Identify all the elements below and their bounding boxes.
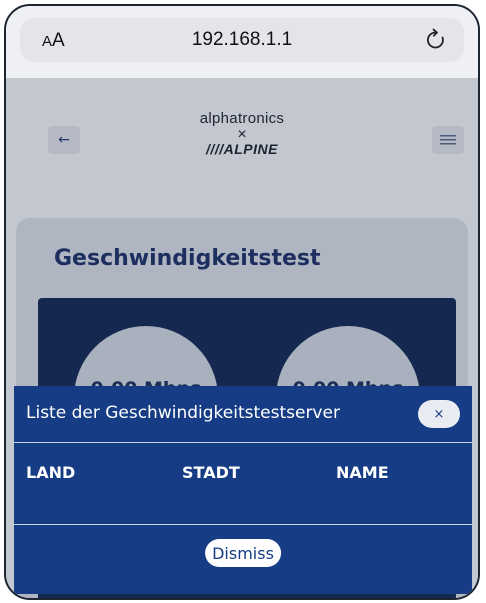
menu-button[interactable] [432,126,464,154]
logo-alphatronics: alphatronics [199,110,285,127]
close-button[interactable]: × [418,400,460,428]
browser-toolbar: AA 192.168.1.1 [6,6,478,78]
brand-logo: alphatronics × ////ALPINE [6,110,478,157]
address-bar[interactable]: AA 192.168.1.1 [20,18,464,62]
close-icon: × [433,406,445,422]
page-title: Geschwindigkeitstest [54,246,321,271]
dismiss-button[interactable]: Dismiss [205,539,281,567]
column-header-land: LAND [26,463,76,482]
column-header-stadt: STADT [182,463,240,482]
url-text[interactable]: 192.168.1.1 [20,29,464,51]
reload-icon[interactable] [424,28,448,52]
phone-frame: AA 192.168.1.1 ← alphatronics × ////ALPI… [4,4,480,600]
modal-header: Liste der Geschwindigkeitstestserver × [14,386,472,443]
server-table: LAND STADT NAME [14,442,472,525]
server-list-modal: Liste der Geschwindigkeitstestserver × L… [14,386,472,594]
modal-footer: Dismiss [14,524,472,594]
logo-cross: × [237,126,247,143]
hamburger-menu-icon [440,135,456,145]
modal-title: Liste der Geschwindigkeitstestserver [26,403,340,423]
column-header-name: NAME [336,463,389,482]
logo-alpine: ////ALPINE [206,141,278,157]
